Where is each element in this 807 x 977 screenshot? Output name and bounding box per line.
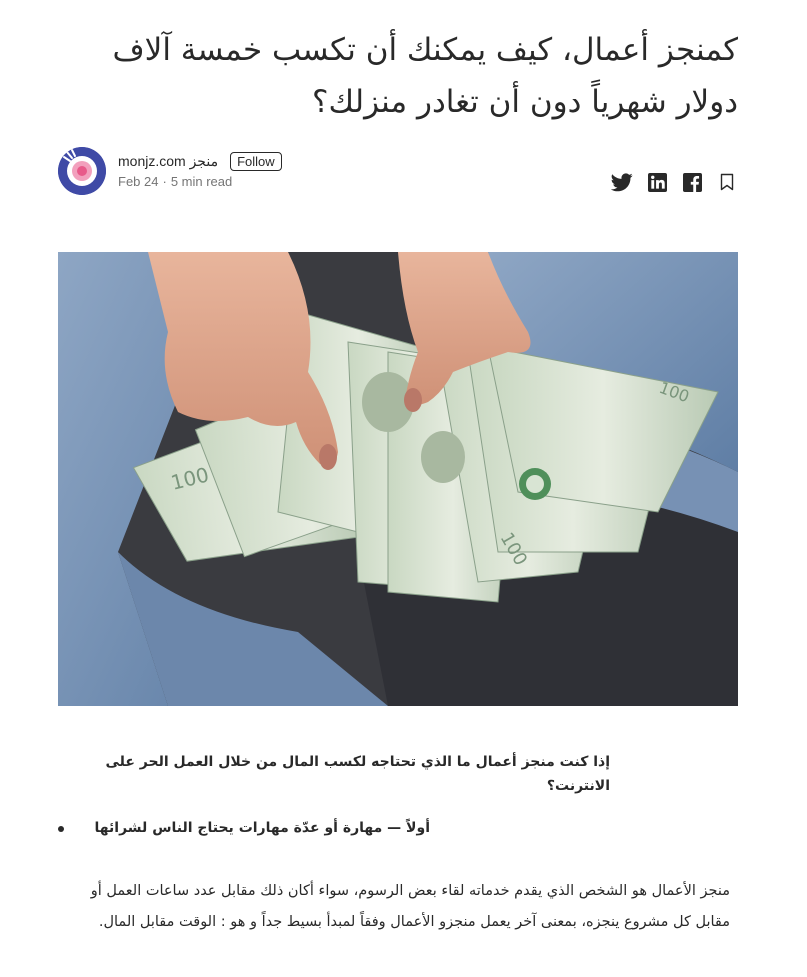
body-paragraph: منجز الأعمال هو الشخص الذي يقدم خدماته ل… xyxy=(90,883,730,930)
list-item: أولاً — مهارة أو عدّة مهارات يحتاج الناس… xyxy=(58,816,430,840)
money-hands-photo: 100 100 100 xyxy=(58,252,738,706)
bookmark-icon[interactable] xyxy=(716,171,738,193)
twitter-icon[interactable] xyxy=(611,171,633,193)
monjz-logo-icon xyxy=(58,147,106,195)
publish-date: Feb 24 xyxy=(118,174,159,189)
bullet-text: أولاً — مهارة أو عدّة مهارات يحتاج الناس… xyxy=(94,820,430,836)
share-toolbar xyxy=(598,171,738,193)
post-meta: Feb 24 · 5 min read xyxy=(118,174,232,189)
author-byline: monjz.com منجز Follow Feb 24 · 5 min rea… xyxy=(58,147,738,197)
follow-button[interactable]: Follow xyxy=(230,151,282,171)
author-name[interactable]: monjz.com منجز xyxy=(118,153,218,170)
author-line: monjz.com منجز Follow xyxy=(118,151,282,171)
bullet-dot xyxy=(58,826,64,832)
facebook-icon[interactable] xyxy=(681,171,703,193)
bullet-list: أولاً — مهارة أو عدّة مهارات يحتاج الناس… xyxy=(58,816,430,840)
hero-image: 100 100 100 xyxy=(58,252,738,706)
meta-separator: · xyxy=(162,174,167,189)
question-heading: إذا كنت منجز أعمال ما الذي تحتاجه لكسب ا… xyxy=(105,754,610,794)
read-time: 5 min read xyxy=(170,174,233,189)
avatar[interactable] xyxy=(58,147,106,195)
linkedin-icon[interactable] xyxy=(646,171,668,193)
article-title: كمنجز أعمال، كيف يمكنك أن تكسب خمسة آلاف… xyxy=(112,32,739,120)
